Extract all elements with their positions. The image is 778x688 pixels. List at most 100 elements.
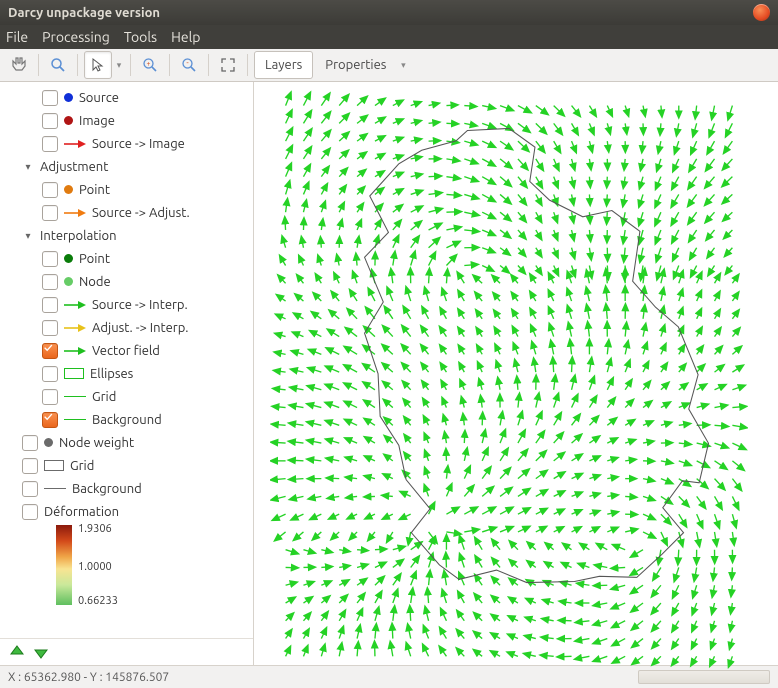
layer-label: Source -> Adjust. <box>92 206 190 220</box>
separator <box>169 54 170 76</box>
properties-button[interactable]: Properties <box>315 52 396 78</box>
layer-item[interactable]: Point <box>4 178 253 201</box>
arrow-icon <box>64 208 86 218</box>
layer-label: Background <box>92 413 162 427</box>
pan-icon[interactable] <box>6 52 32 78</box>
reorder-bar <box>0 638 253 665</box>
checkbox[interactable] <box>42 251 58 267</box>
checkbox[interactable] <box>42 320 58 336</box>
progress-bar <box>638 670 770 684</box>
layers-button[interactable]: Layers <box>254 51 313 79</box>
group-label: Interpolation <box>40 229 117 243</box>
fit-icon[interactable] <box>215 52 241 78</box>
layer-item[interactable]: Source -> Adjust. <box>4 201 253 224</box>
menu-tools[interactable]: Tools <box>124 29 157 45</box>
dropdown-icon[interactable]: ▾ <box>398 52 408 78</box>
separator <box>130 54 131 76</box>
scale-max: 1.9306 <box>78 523 112 535</box>
line-icon <box>44 488 66 489</box>
vector-field <box>270 90 748 672</box>
move-up-icon[interactable] <box>8 643 26 661</box>
arrow-icon <box>64 346 86 356</box>
checkbox[interactable] <box>42 366 58 382</box>
layer-item[interactable]: Source <box>4 86 253 109</box>
zoom-out-icon[interactable]: - <box>176 52 202 78</box>
checkbox[interactable] <box>42 274 58 290</box>
group-label: Adjustment <box>40 160 108 174</box>
window-title: Darcy unpackage version <box>8 6 753 20</box>
layer-item[interactable]: Background <box>4 408 253 431</box>
titlebar: Darcy unpackage version <box>0 0 778 25</box>
dot-icon <box>64 93 73 102</box>
layer-label: Source -> Interp. <box>92 298 188 312</box>
layer-label: Déformation <box>44 505 119 519</box>
arrow-icon <box>64 139 86 149</box>
layer-label: Source -> Image <box>92 137 185 151</box>
layer-item[interactable]: Source -> Image <box>4 132 253 155</box>
menu-file[interactable]: File <box>6 29 28 45</box>
checkbox[interactable] <box>42 205 58 221</box>
checkbox[interactable] <box>42 136 58 152</box>
layer-item[interactable]: Background <box>4 477 253 500</box>
scale-mid: 1.0000 <box>78 561 112 573</box>
layer-item[interactable]: Déformation <box>4 500 253 523</box>
layer-item[interactable]: Node <box>4 270 253 293</box>
layer-label: Background <box>72 482 142 496</box>
layer-item[interactable]: Ellipses <box>4 362 253 385</box>
checkbox[interactable] <box>42 90 58 106</box>
dropdown-icon[interactable]: ▾ <box>114 52 124 78</box>
checkbox[interactable] <box>42 182 58 198</box>
separator <box>77 54 78 76</box>
layer-item[interactable]: Grid <box>4 385 253 408</box>
layers-panel: Source Image Source -> Image ▾ Adjustment… <box>0 82 254 665</box>
layer-item[interactable]: Point <box>4 247 253 270</box>
arrow-icon <box>64 300 86 310</box>
layer-label: Source <box>79 91 119 105</box>
collapse-icon[interactable]: ▾ <box>22 230 34 242</box>
tree-group[interactable]: ▾ Adjustment <box>4 155 253 178</box>
layer-label: Adjust. -> Interp. <box>92 321 188 335</box>
layer-item[interactable]: Image <box>4 109 253 132</box>
close-icon[interactable] <box>753 4 770 21</box>
tree-group[interactable]: ▾ Interpolation <box>4 224 253 247</box>
menu-processing[interactable]: Processing <box>42 29 110 45</box>
dot-icon <box>64 116 73 125</box>
checkbox[interactable] <box>42 343 58 359</box>
zoom-in-icon[interactable]: + <box>137 52 163 78</box>
layer-item[interactable]: Adjust. -> Interp. <box>4 316 253 339</box>
svg-text:+: + <box>147 60 151 68</box>
cursor-icon[interactable] <box>84 51 112 79</box>
checkbox[interactable] <box>22 435 38 451</box>
rect-icon <box>44 460 64 471</box>
layer-label: Point <box>79 183 110 197</box>
layer-label: Node <box>79 275 111 289</box>
layer-label: Point <box>79 252 110 266</box>
checkbox[interactable] <box>42 389 58 405</box>
separator <box>208 54 209 76</box>
layer-label: Node weight <box>59 436 134 450</box>
line-icon <box>64 419 86 420</box>
zoom-icon[interactable] <box>45 52 71 78</box>
checkbox[interactable] <box>22 458 38 474</box>
dot-icon <box>64 254 73 263</box>
checkbox[interactable] <box>42 297 58 313</box>
layer-item[interactable]: Source -> Interp. <box>4 293 253 316</box>
menu-help[interactable]: Help <box>171 29 200 45</box>
checkbox[interactable] <box>22 481 38 497</box>
separator <box>38 54 39 76</box>
checkbox[interactable] <box>22 504 38 520</box>
collapse-icon[interactable]: ▾ <box>22 161 34 173</box>
toolbar: ▾ + - Layers Properties ▾ <box>0 49 778 82</box>
layer-item[interactable]: Grid <box>4 454 253 477</box>
dot-icon <box>64 185 73 194</box>
move-down-icon[interactable] <box>32 643 50 661</box>
checkbox[interactable] <box>42 113 58 129</box>
arrow-icon <box>64 323 86 333</box>
map-canvas[interactable] <box>254 82 778 665</box>
layer-label: Grid <box>92 390 116 404</box>
checkbox[interactable] <box>42 412 58 428</box>
layer-tree: Source Image Source -> Image ▾ Adjustment… <box>0 82 253 638</box>
separator <box>247 54 248 76</box>
layer-item[interactable]: Node weight <box>4 431 253 454</box>
layer-item[interactable]: Vector field <box>4 339 253 362</box>
